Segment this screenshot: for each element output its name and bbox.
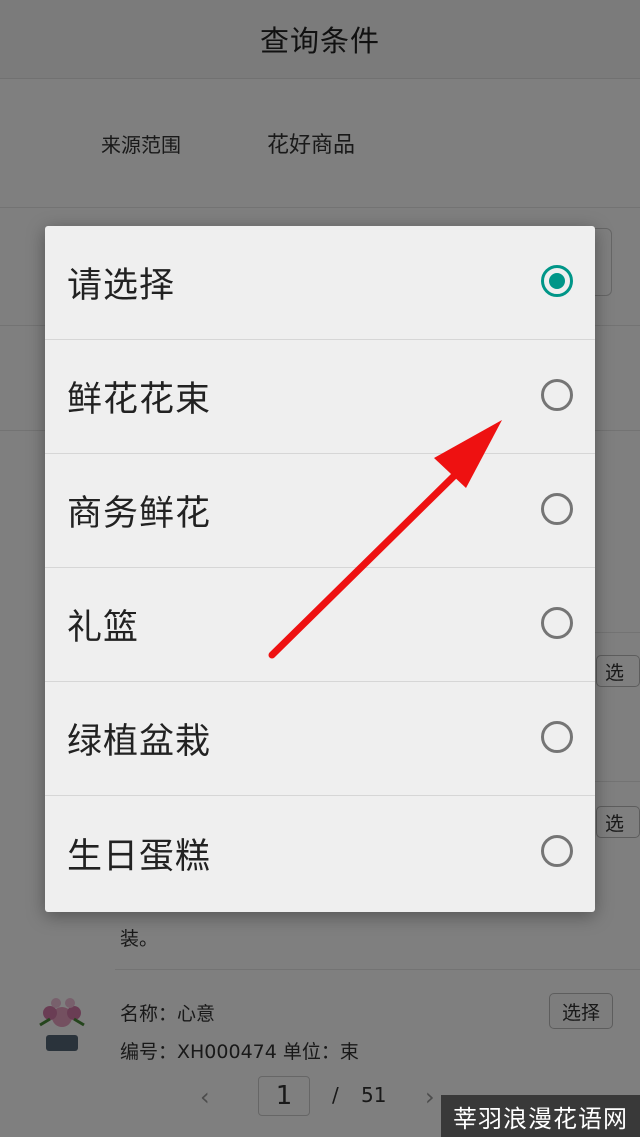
option-label: 绿植盆栽 [67, 722, 212, 762]
radio-icon[interactable] [541, 835, 573, 867]
category-picker-dialog: 请选择 鲜花花束 商务鲜花 礼篮 绿植盆栽 生日蛋糕 [45, 226, 595, 912]
option-please-select[interactable]: 请选择 [45, 226, 595, 340]
option-label: 商务鲜花 [67, 494, 212, 534]
watermark: 莘羽浪漫花语网 [441, 1095, 640, 1137]
option-label: 鲜花花束 [67, 380, 212, 420]
radio-icon[interactable] [541, 379, 573, 411]
radio-icon[interactable] [541, 493, 573, 525]
radio-icon[interactable] [541, 607, 573, 639]
option-business-flowers[interactable]: 商务鲜花 [45, 454, 595, 568]
option-gift-basket[interactable]: 礼篮 [45, 568, 595, 682]
radio-icon[interactable] [541, 265, 573, 297]
option-label: 礼篮 [67, 608, 140, 648]
option-label: 请选择 [67, 266, 176, 306]
option-birthday-cake[interactable]: 生日蛋糕 [45, 796, 595, 910]
option-green-plants[interactable]: 绿植盆栽 [45, 682, 595, 796]
option-flower-bouquet[interactable]: 鲜花花束 [45, 340, 595, 454]
radio-icon[interactable] [541, 721, 573, 753]
option-label: 生日蛋糕 [67, 836, 212, 877]
